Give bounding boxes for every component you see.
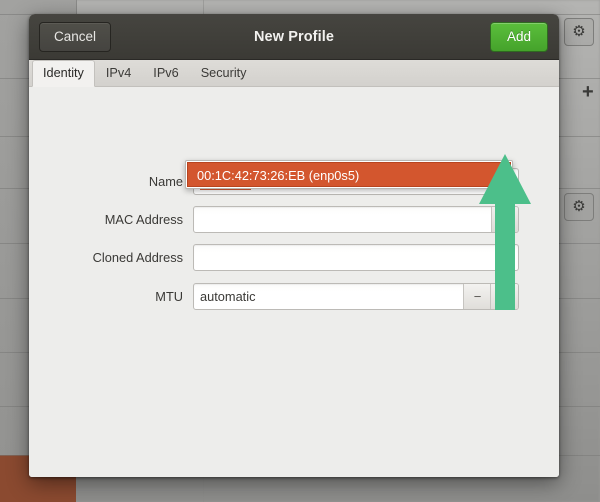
cloned-address-input[interactable] (193, 243, 519, 271)
tab-ipv6[interactable]: IPv6 (142, 60, 189, 86)
tab-security[interactable]: Security (190, 60, 258, 86)
mac-address-combobox[interactable] (193, 205, 519, 233)
add-profile-button[interactable]: + (582, 82, 594, 102)
mtu-row: MTU automatic − (29, 281, 559, 311)
list-item[interactable]: 00:1C:42:73:26:EB (enp0s5) (187, 162, 511, 187)
mac-address-label: MAC Address (104, 211, 183, 227)
add-button[interactable]: Add (489, 22, 548, 52)
tab-ipv4[interactable]: IPv4 (95, 60, 142, 86)
mac-address-row: MAC Address (29, 204, 559, 234)
name-label: Name (148, 173, 183, 189)
mtu-label: MTU (155, 288, 183, 304)
dialog-title: New Profile (253, 28, 335, 45)
mtu-spinner[interactable]: automatic − (193, 282, 519, 310)
chevron-down-icon (500, 216, 510, 222)
gear-icon[interactable]: ⚙ (564, 193, 594, 221)
mac-address-dropdown-list[interactable]: 00:1C:42:73:26:EB (enp0s5) (185, 160, 513, 189)
dialog-titlebar: Cancel New Profile Add (29, 14, 559, 60)
gear-icon[interactable]: ⚙ (564, 18, 594, 46)
mtu-increment-button[interactable] (490, 283, 518, 309)
cloned-address-row: Cloned Address (29, 242, 559, 272)
cloned-address-label: Cloned Address (92, 249, 183, 265)
identity-tab-panel: Name Profile 1 MAC Address (29, 87, 559, 477)
mtu-decrement-button[interactable]: − (463, 283, 491, 309)
cancel-button[interactable]: Cancel (39, 22, 112, 52)
mtu-value: automatic (200, 288, 256, 304)
tab-bar: Identity IPv4 IPv6 Security (29, 60, 559, 87)
tab-identity[interactable]: Identity (32, 60, 95, 87)
new-profile-dialog: Cancel New Profile Add Identity IPv4 IPv… (29, 14, 559, 477)
screen: ⚙ ⚙ + Cancel New Profile Add Identity IP… (0, 0, 600, 502)
mac-address-dropdown-button[interactable] (491, 206, 518, 232)
